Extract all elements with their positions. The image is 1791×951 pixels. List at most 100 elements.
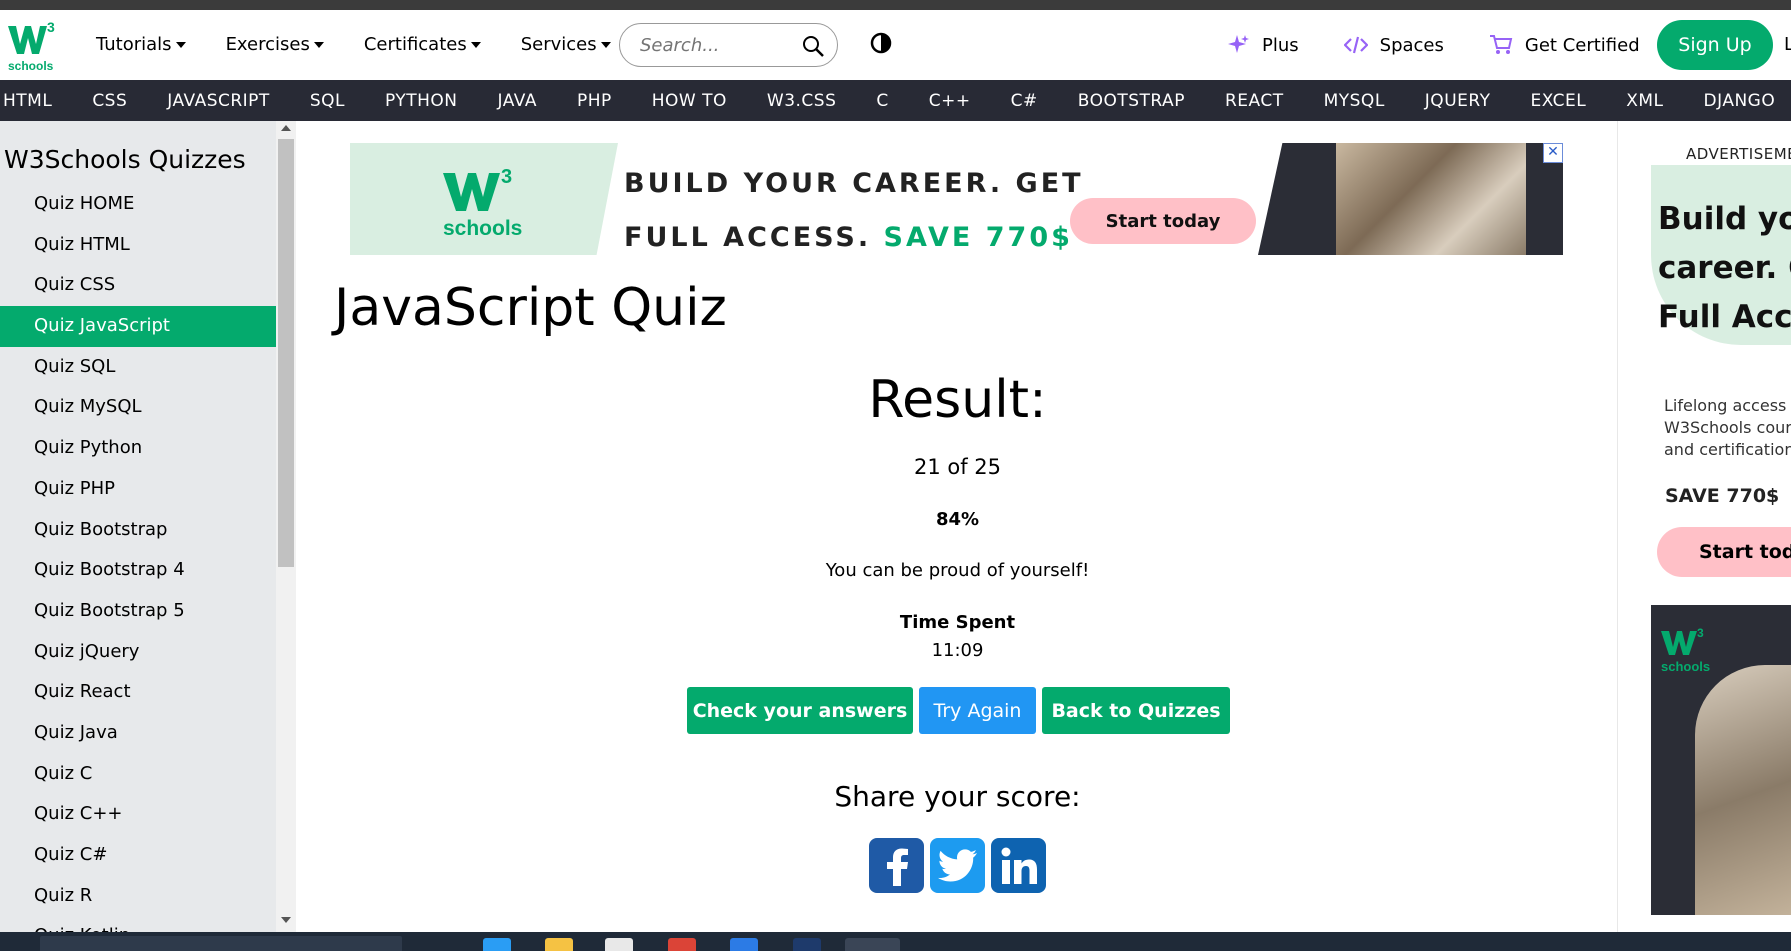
top-banner-ad[interactable]: 3 schools BUILD YOUR CAREER. GET FULL AC… [350,143,1563,255]
ad-start-today-button[interactable]: Start today [1070,198,1256,244]
sidebar-item[interactable]: Quiz C# [0,835,276,876]
code-icon [1343,36,1368,54]
menu-tutorials[interactable]: Tutorials [96,34,186,55]
menu-label: Services [520,34,597,55]
subnav-item[interactable]: DJANGO [1684,91,1791,111]
advertisement-label: ADVERTISEMENT [1686,145,1791,163]
sidebar-scrollbar[interactable] [276,121,296,932]
sidebar-item[interactable]: Quiz HOME [0,184,276,225]
sidebar-item[interactable]: Quiz C++ [0,794,276,835]
ad-headline-line1: BUILD YOUR CAREER. GET [624,168,1084,199]
scroll-thumb[interactable] [278,139,294,567]
menu-exercises[interactable]: Exercises [226,34,324,55]
active-app-icon[interactable] [845,938,900,951]
folder-icon[interactable] [545,938,573,951]
subnav-item[interactable]: CSS [72,91,147,111]
share-buttons [869,838,1046,893]
right-navigation: Plus Spaces Get Certified [1228,34,1685,56]
sidebar-item[interactable]: Quiz Bootstrap [0,510,276,551]
menu-services[interactable]: Services [521,34,611,55]
result-heading: Result: [868,370,1047,430]
plus-label: Plus [1262,34,1299,56]
sidebar-item[interactable]: Quiz HTML [0,225,276,266]
edge-icon[interactable] [483,938,511,951]
sidebar-item[interactable]: Quiz R [0,876,276,917]
sidebar-item[interactable]: Quiz CSS [0,265,276,306]
sidebar-title: W3Schools Quizzes [4,145,246,174]
photoshop-icon[interactable] [793,938,821,951]
menu-label: Exercises [225,34,310,55]
subnav-item[interactable]: SQL [290,91,365,111]
sidebar-item[interactable]: Quiz SQL [0,347,276,388]
login-link[interactable]: L [1784,34,1791,55]
side-ad-small2: W3Schools cour [1664,418,1791,437]
get-certified-link[interactable]: Get Certified [1489,34,1640,56]
ad-close-icon[interactable]: ✕ [1543,143,1563,163]
try-again-button[interactable]: Try Again [919,687,1036,734]
result-actions: Check your answers Try Again Back to Qui… [687,687,1236,734]
scroll-down-arrow-icon[interactable] [281,917,291,923]
contrast-toggle-icon[interactable] [870,32,892,54]
subnav-item[interactable]: JAVA [478,91,557,111]
sidebar-item[interactable]: Quiz jQuery [0,632,276,673]
subnav-item[interactable]: JQUERY [1405,91,1511,111]
sidebar-item[interactable]: Quiz Bootstrap 4 [0,550,276,591]
subnav-item[interactable]: PHP [557,91,632,111]
subnav-item[interactable]: BOOTSTRAP [1058,91,1205,111]
subnav-item[interactable]: PYTHON [365,91,478,111]
subnav-item[interactable]: HTML [0,91,72,111]
ad-w3schools-logo: 3 schools [443,161,523,241]
time-spent-value: 11:09 [931,640,984,661]
page-title: JavaScript Quiz [334,278,727,338]
subnav-item[interactable]: C [856,91,908,111]
vscode-icon[interactable] [730,938,758,951]
facebook-icon[interactable] [869,838,924,893]
subnav-item[interactable]: HOW TO [632,91,747,111]
subnav-item[interactable]: W3.CSS [747,91,856,111]
side-ad-photo[interactable]: 3 schools [1651,605,1791,915]
sidebar-item[interactable]: Quiz Java [0,713,276,754]
caret-down-icon [470,41,481,48]
subnav-item[interactable]: MYSQL [1304,91,1405,111]
sidebar-item[interactable]: Quiz Bootstrap 5 [0,591,276,632]
spaces-link[interactable]: Spaces [1343,34,1444,56]
twitter-icon[interactable] [930,838,985,893]
check-answers-button[interactable]: Check your answers [687,687,913,734]
spaces-label: Spaces [1379,34,1444,56]
sidebar-item[interactable]: Quiz MySQL [0,387,276,428]
linkedin-icon[interactable] [991,838,1046,893]
top-navigation: 3 schools Tutorials Exercises Certificat… [0,10,1791,80]
svg-text:schools: schools [443,217,522,237]
sidebar-item[interactable]: Quiz C [0,754,276,795]
sidebar-item[interactable]: Quiz React [0,672,276,713]
side-ad-start-button[interactable]: Start toda [1657,527,1791,577]
side-ad-line1: Build you [1658,201,1791,237]
score-percent: 84% [935,509,980,530]
sidebar-item[interactable]: Quiz JavaScript [0,306,276,347]
menu-label: Certificates [363,34,467,55]
subnav-item[interactable]: XML [1606,91,1683,111]
svg-text:3: 3 [501,166,512,188]
caret-down-icon [600,41,611,48]
menu-certificates[interactable]: Certificates [364,34,481,55]
side-ad[interactable]: Build you career. G Full Acce Lifelong a… [1651,165,1791,595]
w3schools-logo[interactable]: 3 schools [6,18,60,74]
sign-up-button[interactable]: Sign Up [1657,20,1773,70]
sidebar-item[interactable]: Quiz Python [0,428,276,469]
subnav-item[interactable]: REACT [1205,91,1304,111]
menu-label: Tutorials [96,34,172,55]
sidebar-item[interactable]: Quiz Kotlin [0,916,276,932]
search-input[interactable] [640,34,790,56]
app-icon[interactable] [605,938,633,951]
subnav-item[interactable]: C++ [909,91,991,111]
sidebar-item[interactable]: Quiz PHP [0,469,276,510]
chrome-icon[interactable] [668,938,696,951]
search-icon[interactable] [801,34,825,58]
subnav-item[interactable]: JAVASCRIPT [147,91,290,111]
subnav-item[interactable]: C# [991,91,1058,111]
plus-link[interactable]: Plus [1228,34,1299,56]
taskbar-search[interactable] [40,936,402,951]
scroll-up-arrow-icon[interactable] [281,125,291,131]
subnav-item[interactable]: EXCEL [1510,91,1606,111]
back-to-quizzes-button[interactable]: Back to Quizzes [1042,687,1230,734]
